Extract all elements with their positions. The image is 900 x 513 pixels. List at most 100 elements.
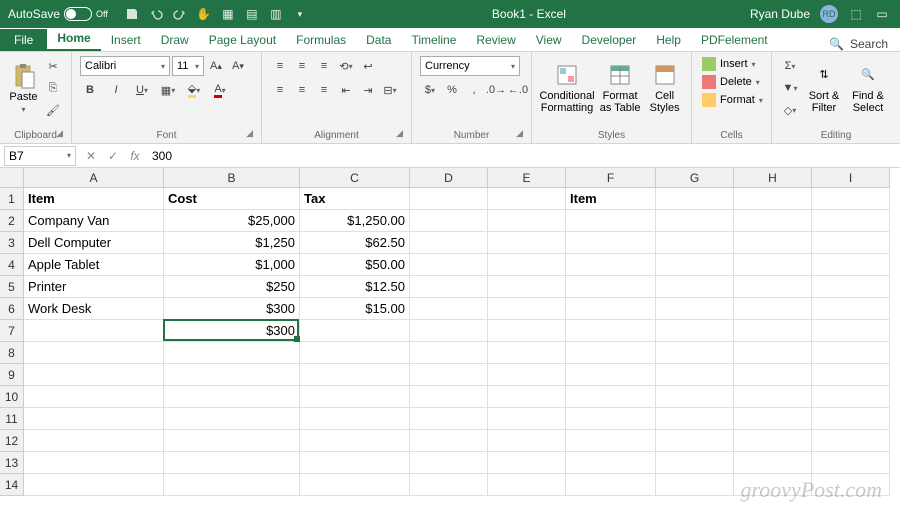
row-header[interactable]: 9 bbox=[0, 364, 24, 386]
cell[interactable] bbox=[812, 276, 890, 298]
font-size-select[interactable]: 11▾ bbox=[172, 56, 204, 76]
cell[interactable] bbox=[24, 452, 164, 474]
cell[interactable] bbox=[812, 210, 890, 232]
name-box[interactable]: B7▾ bbox=[4, 146, 76, 166]
column-header[interactable]: D bbox=[410, 168, 488, 188]
cell[interactable] bbox=[410, 430, 488, 452]
tab-data[interactable]: Data bbox=[356, 29, 401, 51]
cell[interactable]: Printer bbox=[24, 276, 164, 298]
copy-icon[interactable]: ⎘ bbox=[43, 78, 63, 98]
cell[interactable] bbox=[734, 364, 812, 386]
cell[interactable] bbox=[812, 232, 890, 254]
find-select-button[interactable]: 🔍 Find & Select bbox=[848, 56, 888, 120]
qat-item-icon[interactable]: ▤ bbox=[244, 6, 260, 22]
cell[interactable] bbox=[164, 452, 300, 474]
cell[interactable]: $12.50 bbox=[300, 276, 410, 298]
column-header[interactable]: G bbox=[656, 168, 734, 188]
cell[interactable] bbox=[656, 210, 734, 232]
row-header[interactable]: 5 bbox=[0, 276, 24, 298]
cell[interactable]: $1,250.00 bbox=[300, 210, 410, 232]
underline-icon[interactable]: U▾ bbox=[132, 80, 152, 100]
increase-font-icon[interactable]: A▴ bbox=[206, 56, 226, 76]
cell[interactable] bbox=[164, 386, 300, 408]
italic-icon[interactable]: I bbox=[106, 80, 126, 100]
cell[interactable] bbox=[566, 364, 656, 386]
sort-filter-button[interactable]: ⇅ Sort & Filter bbox=[804, 56, 844, 120]
cell[interactable]: $50.00 bbox=[300, 254, 410, 276]
cell[interactable]: $1,000 bbox=[164, 254, 300, 276]
cell[interactable] bbox=[566, 276, 656, 298]
cell[interactable] bbox=[164, 342, 300, 364]
autosum-icon[interactable]: Σ▾ bbox=[780, 56, 800, 76]
row-header[interactable]: 13 bbox=[0, 452, 24, 474]
cell[interactable] bbox=[300, 474, 410, 496]
cell[interactable] bbox=[300, 408, 410, 430]
align-top-icon[interactable]: ≡ bbox=[270, 56, 290, 76]
cell[interactable]: Cost bbox=[164, 188, 300, 210]
bold-icon[interactable]: B bbox=[80, 80, 100, 100]
select-all-corner[interactable] bbox=[0, 168, 24, 188]
cell[interactable] bbox=[656, 276, 734, 298]
tab-home[interactable]: Home bbox=[47, 27, 100, 51]
cell[interactable] bbox=[734, 232, 812, 254]
cell[interactable] bbox=[410, 408, 488, 430]
cell[interactable]: Apple Tablet bbox=[24, 254, 164, 276]
cell[interactable] bbox=[410, 364, 488, 386]
cell[interactable] bbox=[164, 408, 300, 430]
cell[interactable]: $15.00 bbox=[300, 298, 410, 320]
cell[interactable] bbox=[734, 408, 812, 430]
cell[interactable]: $300 bbox=[164, 298, 300, 320]
cell[interactable] bbox=[812, 430, 890, 452]
clear-icon[interactable]: ◇▾ bbox=[780, 100, 800, 120]
cell[interactable] bbox=[410, 386, 488, 408]
cell[interactable] bbox=[300, 320, 410, 342]
redo-icon[interactable] bbox=[172, 6, 188, 22]
cell[interactable] bbox=[812, 408, 890, 430]
row-header[interactable]: 8 bbox=[0, 342, 24, 364]
cell[interactable] bbox=[410, 232, 488, 254]
cell[interactable] bbox=[24, 342, 164, 364]
percent-icon[interactable]: % bbox=[442, 80, 462, 100]
row-header[interactable]: 4 bbox=[0, 254, 24, 276]
dialog-launcher-icon[interactable]: ◢ bbox=[246, 128, 253, 139]
tab-file[interactable]: File bbox=[0, 29, 47, 51]
cell[interactable] bbox=[656, 364, 734, 386]
cell[interactable] bbox=[410, 298, 488, 320]
tab-timeline[interactable]: Timeline bbox=[401, 29, 466, 51]
cancel-formula-icon[interactable]: ✕ bbox=[80, 149, 102, 163]
cell[interactable] bbox=[24, 430, 164, 452]
cell[interactable] bbox=[656, 298, 734, 320]
column-header[interactable]: H bbox=[734, 168, 812, 188]
cell[interactable] bbox=[656, 474, 734, 496]
cell[interactable] bbox=[488, 320, 566, 342]
cell[interactable] bbox=[656, 408, 734, 430]
cell[interactable] bbox=[164, 430, 300, 452]
tab-page-layout[interactable]: Page Layout bbox=[199, 29, 286, 51]
cell[interactable]: Item bbox=[566, 188, 656, 210]
cell[interactable] bbox=[566, 254, 656, 276]
cell[interactable] bbox=[300, 342, 410, 364]
cell[interactable]: $1,250 bbox=[164, 232, 300, 254]
insert-function-icon[interactable]: fx bbox=[124, 149, 146, 163]
cell[interactable] bbox=[656, 188, 734, 210]
cell[interactable] bbox=[656, 386, 734, 408]
cell[interactable] bbox=[488, 232, 566, 254]
cell[interactable] bbox=[812, 188, 890, 210]
number-format-select[interactable]: Currency▾ bbox=[420, 56, 520, 76]
cell[interactable] bbox=[734, 210, 812, 232]
column-header[interactable]: F bbox=[566, 168, 656, 188]
row-header[interactable]: 12 bbox=[0, 430, 24, 452]
cell[interactable] bbox=[734, 320, 812, 342]
cell[interactable] bbox=[488, 342, 566, 364]
cell[interactable] bbox=[734, 276, 812, 298]
qat-item-icon[interactable]: ▥ bbox=[268, 6, 284, 22]
column-header[interactable]: E bbox=[488, 168, 566, 188]
cell[interactable] bbox=[656, 254, 734, 276]
cell[interactable] bbox=[566, 298, 656, 320]
cell[interactable] bbox=[488, 298, 566, 320]
row-header[interactable]: 10 bbox=[0, 386, 24, 408]
cell[interactable]: Work Desk bbox=[24, 298, 164, 320]
autosave-toggle[interactable]: AutoSave Off bbox=[8, 7, 108, 21]
paste-button[interactable]: Paste ▾ bbox=[8, 56, 39, 120]
formula-input[interactable]: 300 bbox=[146, 149, 900, 163]
